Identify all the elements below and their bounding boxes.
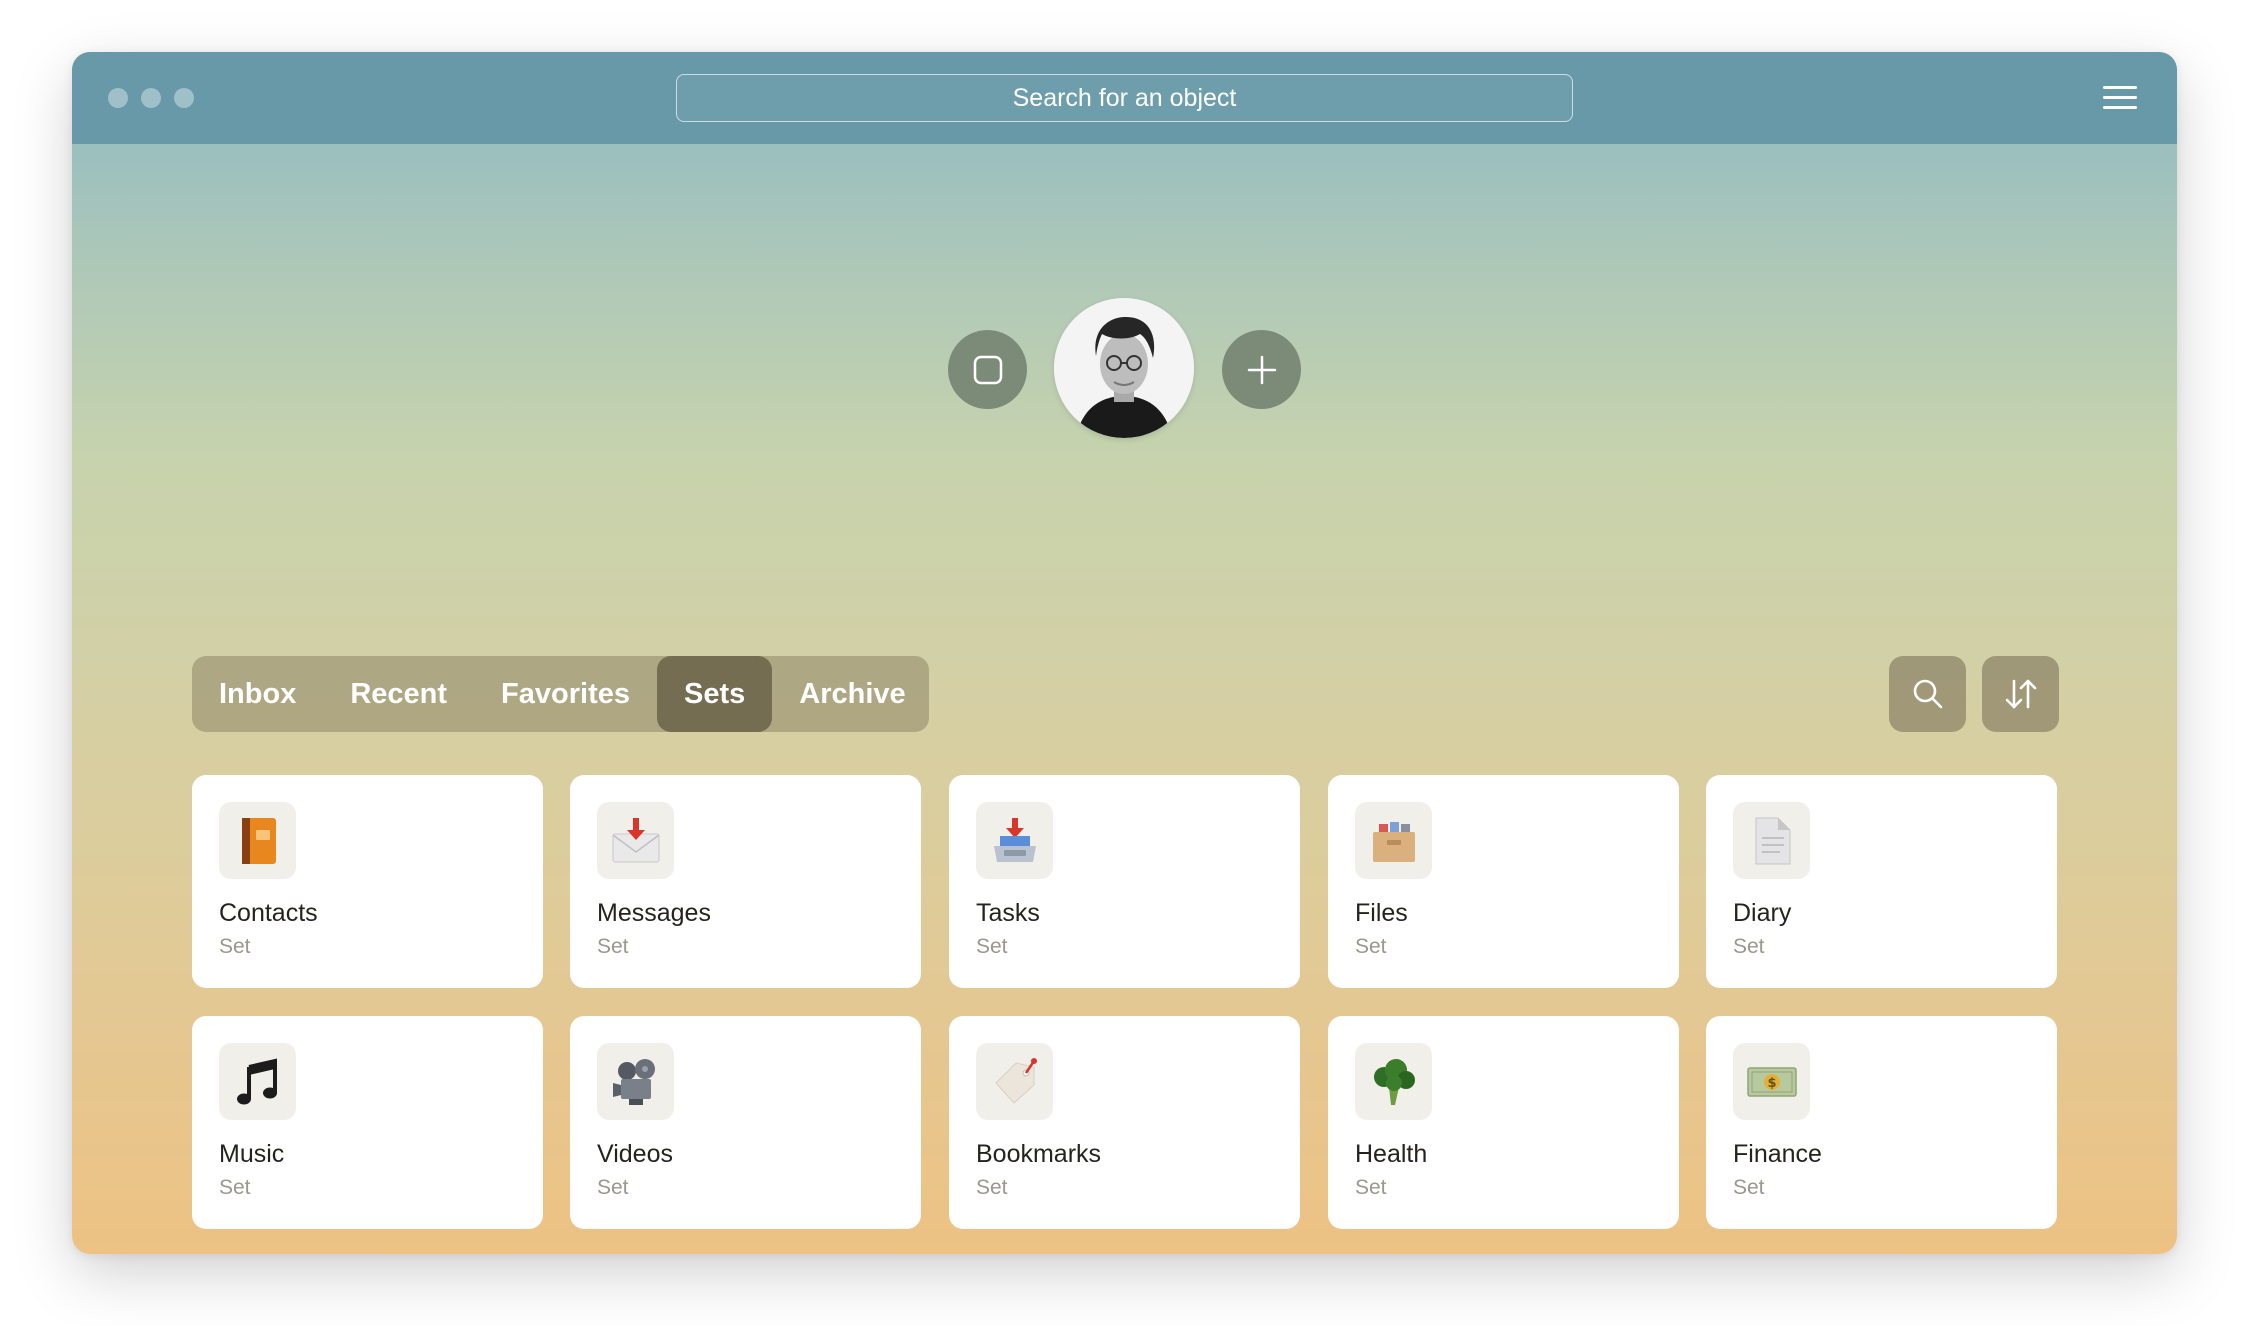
set-card-finance[interactable]: $ Finance Set <box>1706 1016 2057 1229</box>
card-title: Bookmarks <box>976 1140 1102 1168</box>
card-subtitle: Set <box>976 1176 1008 1199</box>
film-projector-icon <box>597 1043 674 1120</box>
plus-icon <box>1247 355 1276 384</box>
store-button[interactable] <box>948 330 1027 409</box>
set-card-videos[interactable]: Videos Set <box>570 1016 921 1229</box>
avatar[interactable] <box>1054 298 1194 438</box>
set-card-messages[interactable]: Messages Set <box>570 775 921 988</box>
card-subtitle: Set <box>1733 935 1765 958</box>
square-icon <box>973 355 1002 384</box>
set-card-tasks[interactable]: Tasks Set <box>949 775 1300 988</box>
musical-note-icon <box>219 1043 296 1120</box>
inbox-tray-icon <box>976 802 1053 879</box>
tab-favorites[interactable]: Favorites <box>474 656 657 732</box>
set-card-music[interactable]: Music Set <box>192 1016 543 1229</box>
svg-text:$: $ <box>1767 1076 1776 1091</box>
search-button[interactable] <box>1889 656 1966 732</box>
card-file-box-icon <box>1355 802 1432 879</box>
window-controls <box>108 88 194 108</box>
card-title: Videos <box>597 1140 673 1168</box>
hamburger-menu-icon[interactable] <box>2103 84 2137 112</box>
card-title: Tasks <box>976 899 1040 927</box>
envelope-icon <box>597 802 674 879</box>
set-card-files[interactable]: Files Set <box>1328 775 1679 988</box>
set-card-health[interactable]: Health Set <box>1328 1016 1679 1229</box>
sort-arrows-icon <box>2005 679 2036 709</box>
card-subtitle: Set <box>597 1176 629 1199</box>
card-subtitle: Set <box>1355 1176 1387 1199</box>
window-dot-maximize[interactable] <box>174 88 194 108</box>
window-dot-minimize[interactable] <box>141 88 161 108</box>
card-title: Contacts <box>219 899 318 927</box>
card-title: Music <box>219 1140 285 1168</box>
app-window: Search for an object Inbox Recent Favori… <box>72 52 2177 1254</box>
search-placeholder: Search for an object <box>1012 83 1237 112</box>
card-subtitle: Set <box>976 935 1008 958</box>
address-book-icon <box>219 802 296 879</box>
tab-sets[interactable]: Sets <box>657 656 773 732</box>
card-title: Messages <box>597 899 711 927</box>
tab-bar: Inbox Recent Favorites Sets Archive <box>192 656 929 732</box>
card-title: Files <box>1355 899 1408 927</box>
set-card-bookmarks[interactable]: Bookmarks Set <box>949 1016 1300 1229</box>
search-input[interactable]: Search for an object <box>676 74 1573 122</box>
card-subtitle: Set <box>219 935 251 958</box>
sort-button[interactable] <box>1982 656 2059 732</box>
page-icon <box>1733 802 1810 879</box>
window-dot-close[interactable] <box>108 88 128 108</box>
card-subtitle: Set <box>1733 1176 1765 1199</box>
card-subtitle: Set <box>1355 935 1387 958</box>
set-card-contacts[interactable]: Contacts Set <box>192 775 543 988</box>
search-icon <box>1913 679 1942 709</box>
title-bar: Search for an object <box>72 52 2177 144</box>
bookmark-tag-icon <box>976 1043 1053 1120</box>
card-title: Diary <box>1733 899 1792 927</box>
set-card-diary[interactable]: Diary Set <box>1706 775 2057 988</box>
add-button[interactable] <box>1222 330 1301 409</box>
tab-archive[interactable]: Archive <box>772 656 932 732</box>
tab-recent[interactable]: Recent <box>323 656 474 732</box>
dollar-banknote-icon: $ <box>1733 1043 1810 1120</box>
broccoli-icon <box>1355 1043 1432 1120</box>
card-subtitle: Set <box>597 935 629 958</box>
card-subtitle: Set <box>219 1176 251 1199</box>
card-title: Finance <box>1733 1140 1822 1168</box>
tab-inbox[interactable]: Inbox <box>192 656 323 732</box>
card-title: Health <box>1355 1140 1428 1168</box>
